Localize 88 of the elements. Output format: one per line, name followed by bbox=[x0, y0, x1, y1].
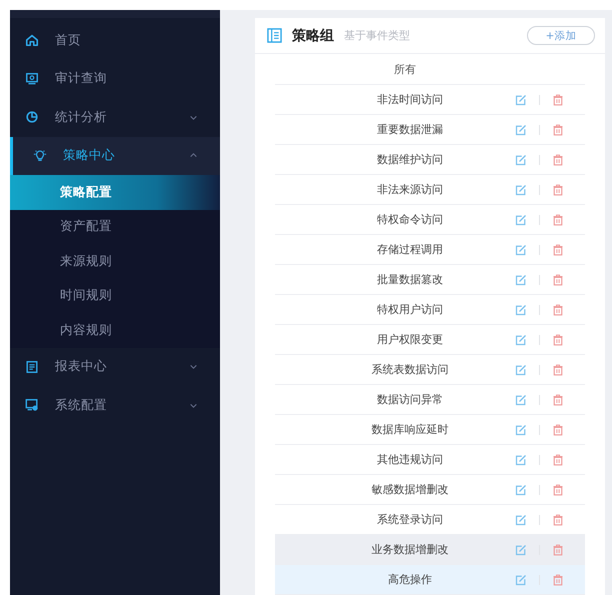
document-icon bbox=[25, 360, 39, 374]
nav-item[interactable]: 首页 bbox=[10, 21, 220, 60]
delete-icon[interactable] bbox=[552, 304, 564, 316]
edit-icon[interactable] bbox=[515, 544, 527, 556]
policy-name: 特权命令访问 bbox=[376, 212, 444, 227]
edit-icon[interactable] bbox=[515, 94, 527, 106]
delete-icon[interactable] bbox=[552, 484, 564, 496]
edit-icon[interactable] bbox=[515, 244, 527, 256]
edit-icon[interactable] bbox=[515, 154, 527, 166]
policy-row[interactable]: 用户权限变更 bbox=[275, 325, 585, 355]
edit-icon[interactable] bbox=[515, 364, 527, 376]
delete-icon[interactable] bbox=[552, 214, 564, 226]
delete-icon[interactable] bbox=[552, 394, 564, 406]
delete-icon[interactable] bbox=[552, 274, 564, 286]
edit-icon[interactable] bbox=[515, 514, 527, 526]
policy-name: 批量数据篡改 bbox=[376, 272, 444, 287]
policy-name: 高危操作 bbox=[387, 572, 433, 587]
policy-row[interactable]: 敏感数据增删改 bbox=[275, 475, 585, 505]
submenu-item[interactable]: 内容规则 bbox=[10, 313, 220, 348]
monitor-icon bbox=[25, 72, 39, 86]
delete-icon[interactable] bbox=[552, 514, 564, 526]
policy-row[interactable]: 批量数据篡改 bbox=[275, 265, 585, 295]
policy-name: 特权用户访问 bbox=[376, 302, 444, 317]
edit-icon[interactable] bbox=[515, 124, 527, 136]
policy-row[interactable]: 特权用户访问 bbox=[275, 295, 585, 325]
panel-subtitle: 基于事件类型 bbox=[344, 28, 411, 43]
policy-name: 数据访问异常 bbox=[376, 392, 444, 407]
edit-icon[interactable] bbox=[515, 184, 527, 196]
policy-name: 其他违规访问 bbox=[376, 452, 444, 467]
nav-item[interactable]: 系统配置 bbox=[10, 386, 220, 424]
policy-name: 重要数据泄漏 bbox=[376, 122, 444, 137]
policy-row[interactable]: 特权命令访问 bbox=[275, 205, 585, 235]
edit-icon[interactable] bbox=[515, 574, 527, 586]
all-filter-item[interactable]: 所有 bbox=[275, 54, 585, 85]
policy-row[interactable]: 非法来源访问 bbox=[275, 175, 585, 205]
settings-icon bbox=[25, 398, 39, 412]
lightbulb-icon bbox=[33, 148, 47, 163]
delete-icon[interactable] bbox=[552, 574, 564, 586]
delete-icon[interactable] bbox=[552, 454, 564, 466]
nav-item[interactable]: 统计分析 bbox=[10, 98, 220, 136]
submenu-item[interactable]: 资产配置 bbox=[10, 210, 220, 244]
policy-name: 非法时间访问 bbox=[376, 92, 444, 107]
policy-name: 系统表数据访问 bbox=[370, 362, 450, 377]
policy-row[interactable]: 高危操作 bbox=[275, 565, 585, 595]
delete-icon[interactable] bbox=[552, 244, 564, 256]
nav-item[interactable]: 报表中心 bbox=[10, 348, 220, 386]
policy-name: 数据维护访问 bbox=[376, 152, 444, 167]
policy-row[interactable]: 非法时间访问 bbox=[275, 85, 585, 115]
home-icon bbox=[25, 33, 39, 48]
policy-name: 非法来源访问 bbox=[376, 182, 444, 197]
edit-icon[interactable] bbox=[515, 454, 527, 466]
delete-icon[interactable] bbox=[552, 124, 564, 136]
delete-icon[interactable] bbox=[552, 544, 564, 556]
delete-icon[interactable] bbox=[552, 94, 564, 106]
policy-row[interactable]: 重要数据泄漏 bbox=[275, 115, 585, 145]
delete-icon[interactable] bbox=[552, 424, 564, 436]
nav-item[interactable]: 审计查询 bbox=[10, 60, 220, 98]
policy-name: 业务数据增删改 bbox=[370, 542, 450, 557]
policy-row[interactable]: 业务数据增删改 bbox=[275, 535, 585, 565]
policy-row[interactable]: 数据维护访问 bbox=[275, 145, 585, 175]
submenu-item[interactable]: 策略配置 bbox=[10, 175, 220, 210]
delete-icon[interactable] bbox=[552, 154, 564, 166]
policy-row[interactable]: 数据库响应延时 bbox=[275, 415, 585, 445]
policy-name: 存储过程调用 bbox=[376, 242, 444, 257]
edit-icon[interactable] bbox=[515, 214, 527, 226]
list-icon bbox=[267, 28, 282, 43]
edit-icon[interactable] bbox=[515, 484, 527, 496]
policy-name: 系统登录访问 bbox=[376, 512, 444, 527]
submenu-item[interactable]: 时间规则 bbox=[10, 278, 220, 313]
edit-icon[interactable] bbox=[515, 334, 527, 346]
policy-name: 用户权限变更 bbox=[376, 332, 444, 347]
policy-row[interactable]: 系统表数据访问 bbox=[275, 355, 585, 385]
edit-icon[interactable] bbox=[515, 274, 527, 286]
edit-icon[interactable] bbox=[515, 394, 527, 406]
delete-icon[interactable] bbox=[552, 334, 564, 346]
policy-name: 数据库响应延时 bbox=[370, 422, 450, 437]
panel-title: 策略组 bbox=[292, 26, 334, 44]
pie-chart-icon bbox=[25, 110, 39, 124]
policy-row[interactable]: 其他违规访问 bbox=[275, 445, 585, 475]
delete-icon[interactable] bbox=[552, 364, 564, 376]
submenu-item[interactable]: 来源规则 bbox=[10, 244, 220, 278]
policy-name: 敏感数据增删改 bbox=[370, 482, 450, 497]
edit-icon[interactable] bbox=[515, 424, 527, 436]
policy-row[interactable]: 存储过程调用 bbox=[275, 235, 585, 265]
policy-row[interactable]: 数据访问异常 bbox=[275, 385, 585, 415]
nav-item[interactable]: 策略中心 bbox=[10, 136, 220, 175]
edit-icon[interactable] bbox=[515, 304, 527, 316]
delete-icon[interactable] bbox=[552, 184, 564, 196]
